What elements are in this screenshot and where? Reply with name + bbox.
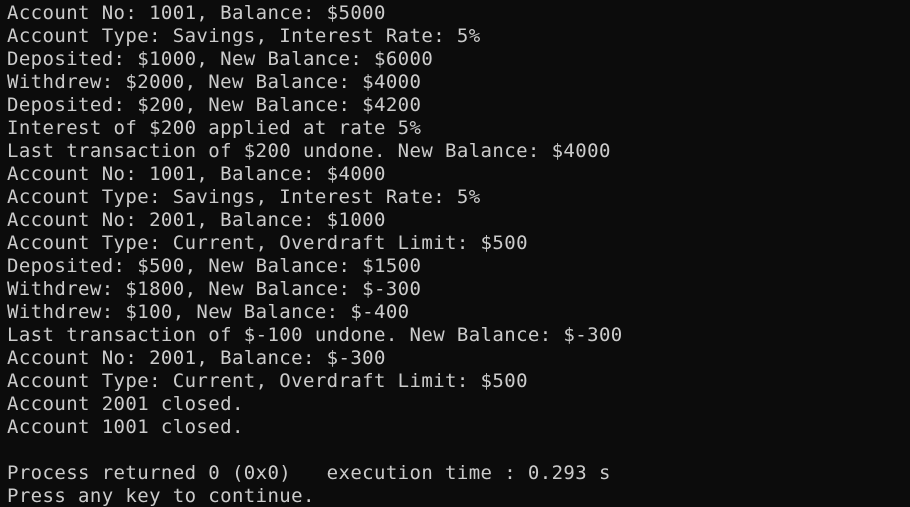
output-line: Account No: 1001, Balance: $5000 [7, 2, 386, 24]
output-line: Withdrew: $100, New Balance: $-400 [7, 301, 410, 323]
output-line: Account Type: Savings, Interest Rate: 5% [7, 186, 481, 208]
output-line: Account No: 2001, Balance: $-300 [7, 347, 386, 369]
process-status-line: Process returned 0 (0x0) execution time … [7, 462, 611, 484]
output-line: Deposited: $500, New Balance: $1500 [7, 255, 422, 277]
output-line: Account Type: Savings, Interest Rate: 5% [7, 25, 481, 47]
output-line: Deposited: $1000, New Balance: $6000 [7, 48, 434, 70]
output-line: Interest of $200 applied at rate 5% [7, 117, 422, 139]
console-window[interactable]: Account No: 1001, Balance: $5000 Account… [0, 0, 910, 507]
output-line: Withdrew: $1800, New Balance: $-300 [7, 278, 422, 300]
output-line: Last transaction of $-100 undone. New Ba… [7, 324, 623, 346]
press-any-key-prompt: Press any key to continue. [7, 485, 315, 507]
output-line: Account 2001 closed. [7, 393, 244, 415]
output-line: Account Type: Current, Overdraft Limit: … [7, 232, 528, 254]
output-line: Account Type: Current, Overdraft Limit: … [7, 370, 528, 392]
output-line: Deposited: $200, New Balance: $4200 [7, 94, 422, 116]
output-line: Withdrew: $2000, New Balance: $4000 [7, 71, 422, 93]
output-line: Account No: 1001, Balance: $4000 [7, 163, 386, 185]
output-line: Account No: 2001, Balance: $1000 [7, 209, 386, 231]
output-line: Last transaction of $200 undone. New Bal… [7, 140, 611, 162]
output-line: Account 1001 closed. [7, 416, 244, 438]
